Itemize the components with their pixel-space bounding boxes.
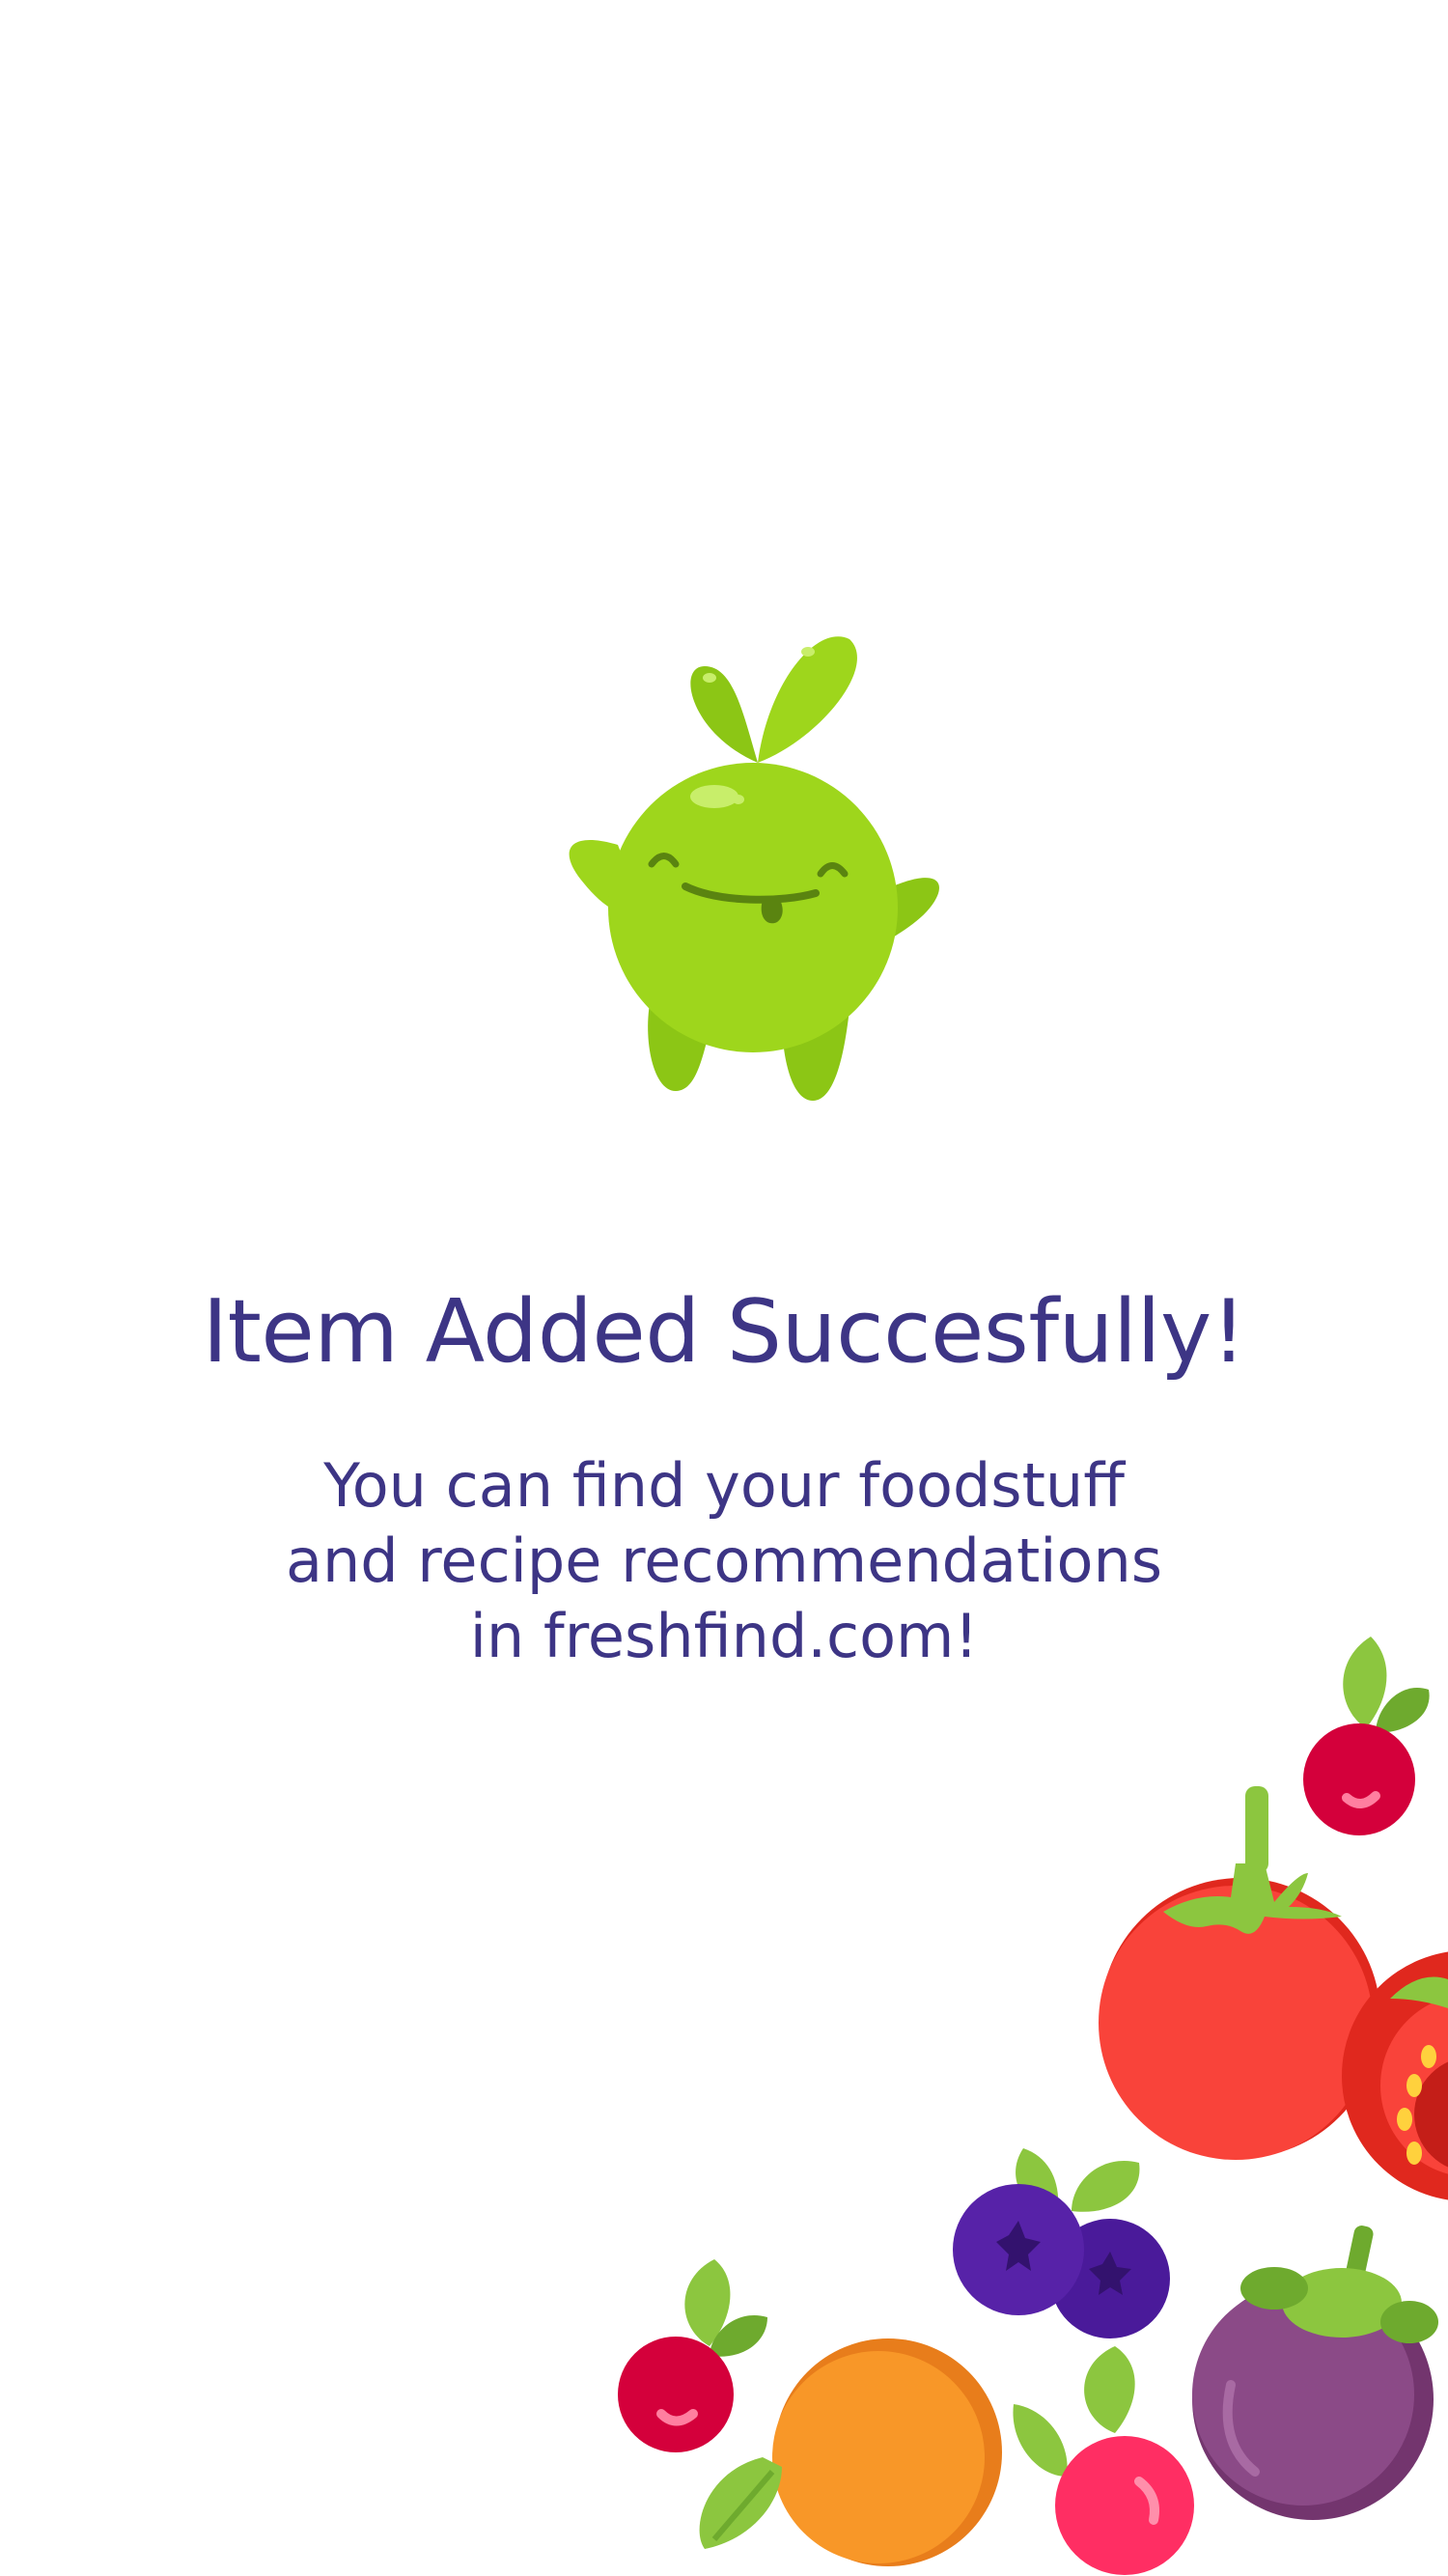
blueberry-icon	[953, 2148, 1170, 2338]
tomato-slice-icon	[1342, 1951, 1448, 2200]
message-line: and recipe recommendations	[285, 1526, 1163, 1596]
success-screen: Item Added Succesfully! You can find you…	[0, 0, 1448, 2576]
success-title: Item Added Succesfully!	[202, 1281, 1246, 1383]
success-message: You can find your foodstuff and recipe r…	[0, 1448, 1448, 1674]
mangosteen-icon	[1192, 2226, 1438, 2520]
message-line: in freshfind.com!	[469, 1601, 979, 1671]
cherry-icon	[618, 2259, 767, 2452]
sprout-mascot-icon	[569, 636, 939, 1101]
tomato-icon	[1099, 1786, 1380, 2160]
orange-icon	[772, 2338, 1002, 2566]
message-line: You can find your foodstuff	[323, 1450, 1125, 1521]
cherry-icon	[1013, 2346, 1194, 2575]
leaf-icon	[699, 2457, 782, 2549]
